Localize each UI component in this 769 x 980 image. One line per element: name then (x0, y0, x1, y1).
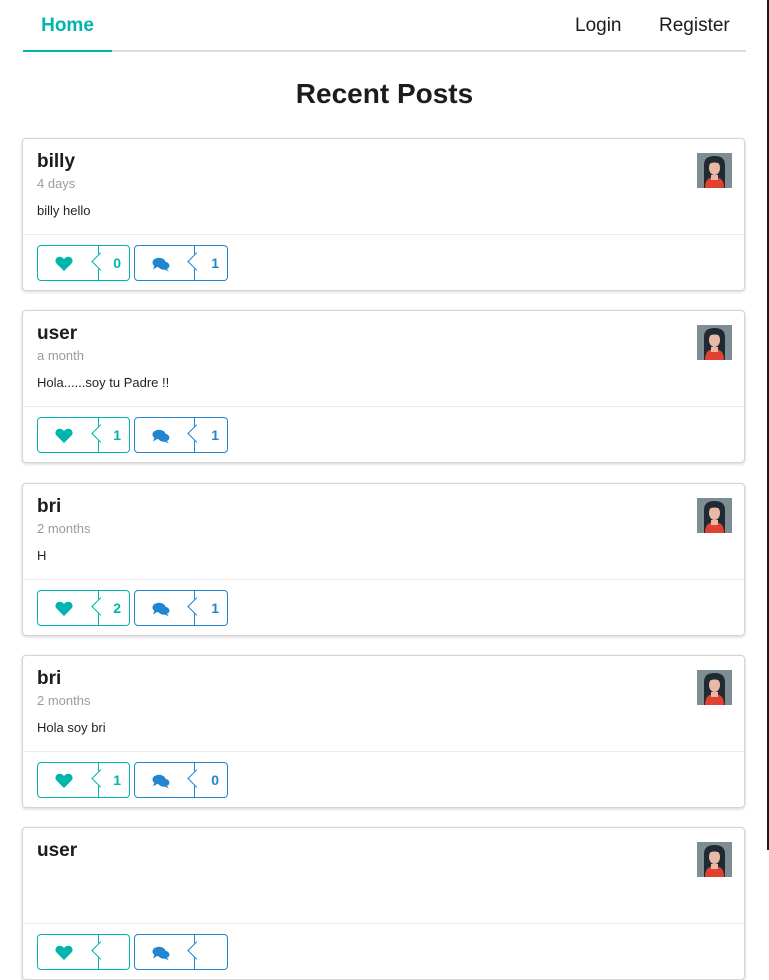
user-avatar (697, 670, 732, 705)
user-avatar (697, 498, 732, 533)
post-time[interactable]: 2 months (37, 692, 90, 710)
user-avatar (697, 842, 732, 877)
post-time[interactable]: 4 days (37, 175, 75, 193)
like-icon-box[interactable] (37, 417, 99, 453)
post-card: user a month Hola......soy tu Padre !! 1 (22, 310, 745, 463)
card-divider (23, 923, 744, 924)
comments-icon (152, 946, 170, 961)
like-icon-box[interactable] (37, 934, 99, 970)
post-card: bri 2 months H 2 1 (22, 483, 745, 636)
post-body: billy hello (37, 203, 91, 218)
page-title: Recent Posts (295, 78, 474, 109)
post-card: billy 4 days billy hello 0 1 (22, 138, 745, 291)
comments-icon (152, 429, 170, 444)
like-icon-box[interactable] (37, 245, 99, 281)
post-username: user (37, 323, 78, 344)
comment-button[interactable]: 1 (134, 245, 228, 281)
comment-button[interactable]: 0 (134, 762, 228, 798)
like-button[interactable]: 1 (37, 417, 130, 453)
comment-icon-box[interactable] (134, 762, 195, 798)
comment-button[interactable] (134, 934, 228, 970)
like-icon-box[interactable] (37, 590, 99, 626)
card-divider (23, 234, 744, 235)
heart-icon (55, 428, 73, 443)
comment-icon-box[interactable] (134, 590, 195, 626)
post-username: billy (37, 151, 76, 172)
like-button[interactable]: 2 (37, 590, 130, 626)
post-username: user (37, 840, 78, 861)
post-body: Hola......soy tu Padre !! (37, 375, 170, 390)
card-divider (23, 579, 744, 580)
like-button[interactable]: 0 (37, 245, 130, 281)
post-card: bri 2 months Hola soy bri 1 0 (22, 655, 745, 808)
like-icon-box[interactable] (37, 762, 99, 798)
comments-icon (152, 602, 170, 617)
post-time[interactable]: a month (37, 347, 84, 365)
card-divider (23, 751, 744, 752)
heart-icon (55, 773, 73, 788)
card-divider (23, 406, 744, 407)
nav-login-link[interactable]: Login (575, 0, 622, 50)
post-body: Hola soy bri (37, 720, 106, 735)
heart-icon (55, 945, 73, 960)
user-avatar (697, 153, 732, 188)
comment-icon-box[interactable] (134, 934, 195, 970)
post-body: H (37, 548, 47, 563)
post-time[interactable]: 2 months (37, 520, 90, 538)
user-avatar (697, 325, 732, 360)
post-username: bri (37, 496, 62, 517)
post-username: bri (37, 668, 62, 689)
comment-icon-box[interactable] (134, 417, 195, 453)
comment-button[interactable]: 1 (134, 417, 228, 453)
comments-icon (152, 257, 170, 272)
nav-home-link[interactable]: Home (23, 0, 112, 52)
comment-button[interactable]: 1 (134, 590, 228, 626)
heart-icon (55, 601, 73, 616)
heart-icon (55, 256, 73, 271)
like-button[interactable] (37, 934, 130, 970)
nav-register-link[interactable]: Register (659, 0, 730, 50)
comment-icon-box[interactable] (134, 245, 195, 281)
like-button[interactable]: 1 (37, 762, 130, 798)
top-menu: Home Login Register (23, 0, 746, 52)
comments-icon (152, 774, 170, 789)
